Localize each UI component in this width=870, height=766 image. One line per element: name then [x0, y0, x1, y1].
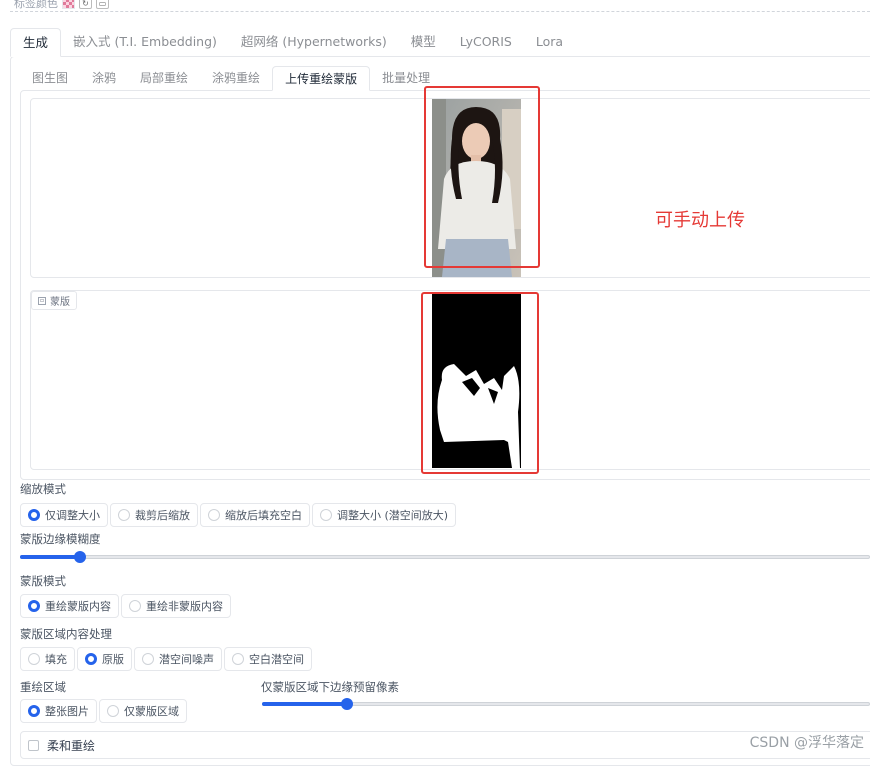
tab-inpaint[interactable]: 局部重绘 [128, 66, 200, 91]
label-color-row: 标签颜色 ↻ ▭ [14, 0, 109, 10]
soft-inpaint-row[interactable]: 柔和重绘 [20, 731, 870, 759]
tab-inpaint-sketch[interactable]: 涂鸦重绘 [200, 66, 272, 91]
image-icon: ▫ [38, 296, 46, 305]
radio-label: 重绘蒙版内容 [45, 600, 111, 613]
tab-sketch[interactable]: 涂鸦 [80, 66, 128, 91]
inpaint-area-group: 整张图片 仅蒙版区域 [20, 699, 189, 723]
tab-hypernetworks[interactable]: 超网络 (Hypernetworks) [229, 28, 399, 57]
mask-mode-label: 蒙版模式 [20, 574, 66, 588]
radio-button[interactable] [129, 600, 141, 612]
radio-label: 重绘非蒙版内容 [146, 600, 223, 613]
resize-mode-label: 缩放模式 [20, 482, 66, 496]
masked-content-option[interactable]: 原版 [77, 647, 132, 671]
masked-content-option[interactable]: 潜空间噪声 [134, 647, 222, 671]
mask-mode-option[interactable]: 重绘非蒙版内容 [121, 594, 231, 618]
slider-fill [262, 702, 347, 706]
radio-button[interactable] [118, 509, 130, 521]
slider-fill [20, 555, 80, 559]
radio-button[interactable] [107, 705, 119, 717]
radio-label: 仅调整大小 [45, 509, 100, 522]
tab-model[interactable]: 模型 [399, 28, 448, 57]
radio-button[interactable] [320, 509, 332, 521]
slider-thumb[interactable] [74, 551, 86, 563]
soft-inpaint-checkbox[interactable] [28, 739, 39, 751]
mask-blur-slider[interactable] [20, 551, 870, 563]
radio-button[interactable] [208, 509, 220, 521]
tab-lycoris[interactable]: LyCORIS [448, 28, 524, 57]
slider-track [262, 702, 870, 706]
resize-mode-option[interactable]: 缩放后填充空白 [200, 503, 310, 527]
resize-mode-group: 仅调整大小 裁剪后缩放 缩放后填充空白 调整大小 (潜空间放大) [20, 503, 458, 527]
radio-label: 空白潜空间 [249, 653, 304, 666]
divider [10, 11, 870, 12]
tab-inpaint-upload[interactable]: 上传重绘蒙版 [272, 66, 371, 91]
inpaint-area-option[interactable]: 整张图片 [20, 699, 97, 723]
inpaint-area-label: 重绘区域 [20, 680, 66, 694]
mask-blur-label: 蒙版边缘模糊度 [20, 532, 101, 546]
radio-button[interactable] [232, 653, 244, 665]
main-tabs: 生成 嵌入式 (T.I. Embedding) 超网络 (Hypernetwor… [10, 28, 575, 57]
radio-button[interactable] [28, 705, 40, 717]
tab-generate[interactable]: 生成 [10, 28, 62, 57]
label-color-text: 标签颜色 [14, 0, 58, 10]
highlight-box-photo [424, 86, 540, 268]
masked-content-group: 填充 原版 潜空间噪声 空白潜空间 [20, 647, 314, 671]
color-swatch[interactable] [62, 0, 75, 9]
radio-label: 缩放后填充空白 [225, 509, 302, 522]
slider-thumb[interactable] [341, 698, 353, 710]
radio-button[interactable] [28, 600, 40, 612]
mask-label-text: 蒙版 [50, 297, 70, 308]
highlight-box-mask [421, 292, 539, 474]
radio-button[interactable] [85, 653, 97, 665]
save-icon[interactable]: ▭ [96, 0, 109, 9]
padding-label: 仅蒙版区域下边缘预留像素 [261, 680, 399, 694]
sub-tabs: 图生图 涂鸦 局部重绘 涂鸦重绘 上传重绘蒙版 批量处理 [20, 66, 442, 91]
resize-mode-option[interactable]: 裁剪后缩放 [110, 503, 198, 527]
radio-label: 裁剪后缩放 [135, 509, 190, 522]
radio-label: 原版 [102, 653, 124, 666]
refresh-icon[interactable]: ↻ [79, 0, 92, 9]
watermark: CSDN @浮华落定 [749, 735, 864, 751]
soft-inpaint-label: 柔和重绘 [47, 738, 96, 753]
mask-label: ▫ 蒙版 [31, 291, 77, 310]
radio-button[interactable] [142, 653, 154, 665]
radio-button[interactable] [28, 509, 40, 521]
slider-track [20, 555, 870, 559]
radio-label: 填充 [45, 653, 67, 666]
inpaint-area-option[interactable]: 仅蒙版区域 [99, 699, 187, 723]
annotation-text: 可手动上传 [655, 210, 745, 231]
tab-lora[interactable]: Lora [524, 28, 575, 57]
resize-mode-option[interactable]: 仅调整大小 [20, 503, 108, 527]
radio-label: 调整大小 (潜空间放大) [337, 509, 449, 522]
padding-slider[interactable] [262, 698, 870, 710]
radio-button[interactable] [28, 653, 40, 665]
mask-mode-option[interactable]: 重绘蒙版内容 [20, 594, 119, 618]
radio-label: 仅蒙版区域 [124, 705, 179, 718]
mask-mode-group: 重绘蒙版内容 重绘非蒙版内容 [20, 594, 233, 618]
masked-content-label: 蒙版区域内容处理 [20, 627, 112, 641]
masked-content-option[interactable]: 空白潜空间 [224, 647, 312, 671]
tab-img2img[interactable]: 图生图 [20, 66, 80, 91]
radio-label: 潜空间噪声 [159, 653, 214, 666]
resize-mode-option[interactable]: 调整大小 (潜空间放大) [312, 503, 457, 527]
tab-embedding[interactable]: 嵌入式 (T.I. Embedding) [61, 28, 229, 57]
masked-content-option[interactable]: 填充 [20, 647, 75, 671]
radio-label: 整张图片 [45, 705, 89, 718]
